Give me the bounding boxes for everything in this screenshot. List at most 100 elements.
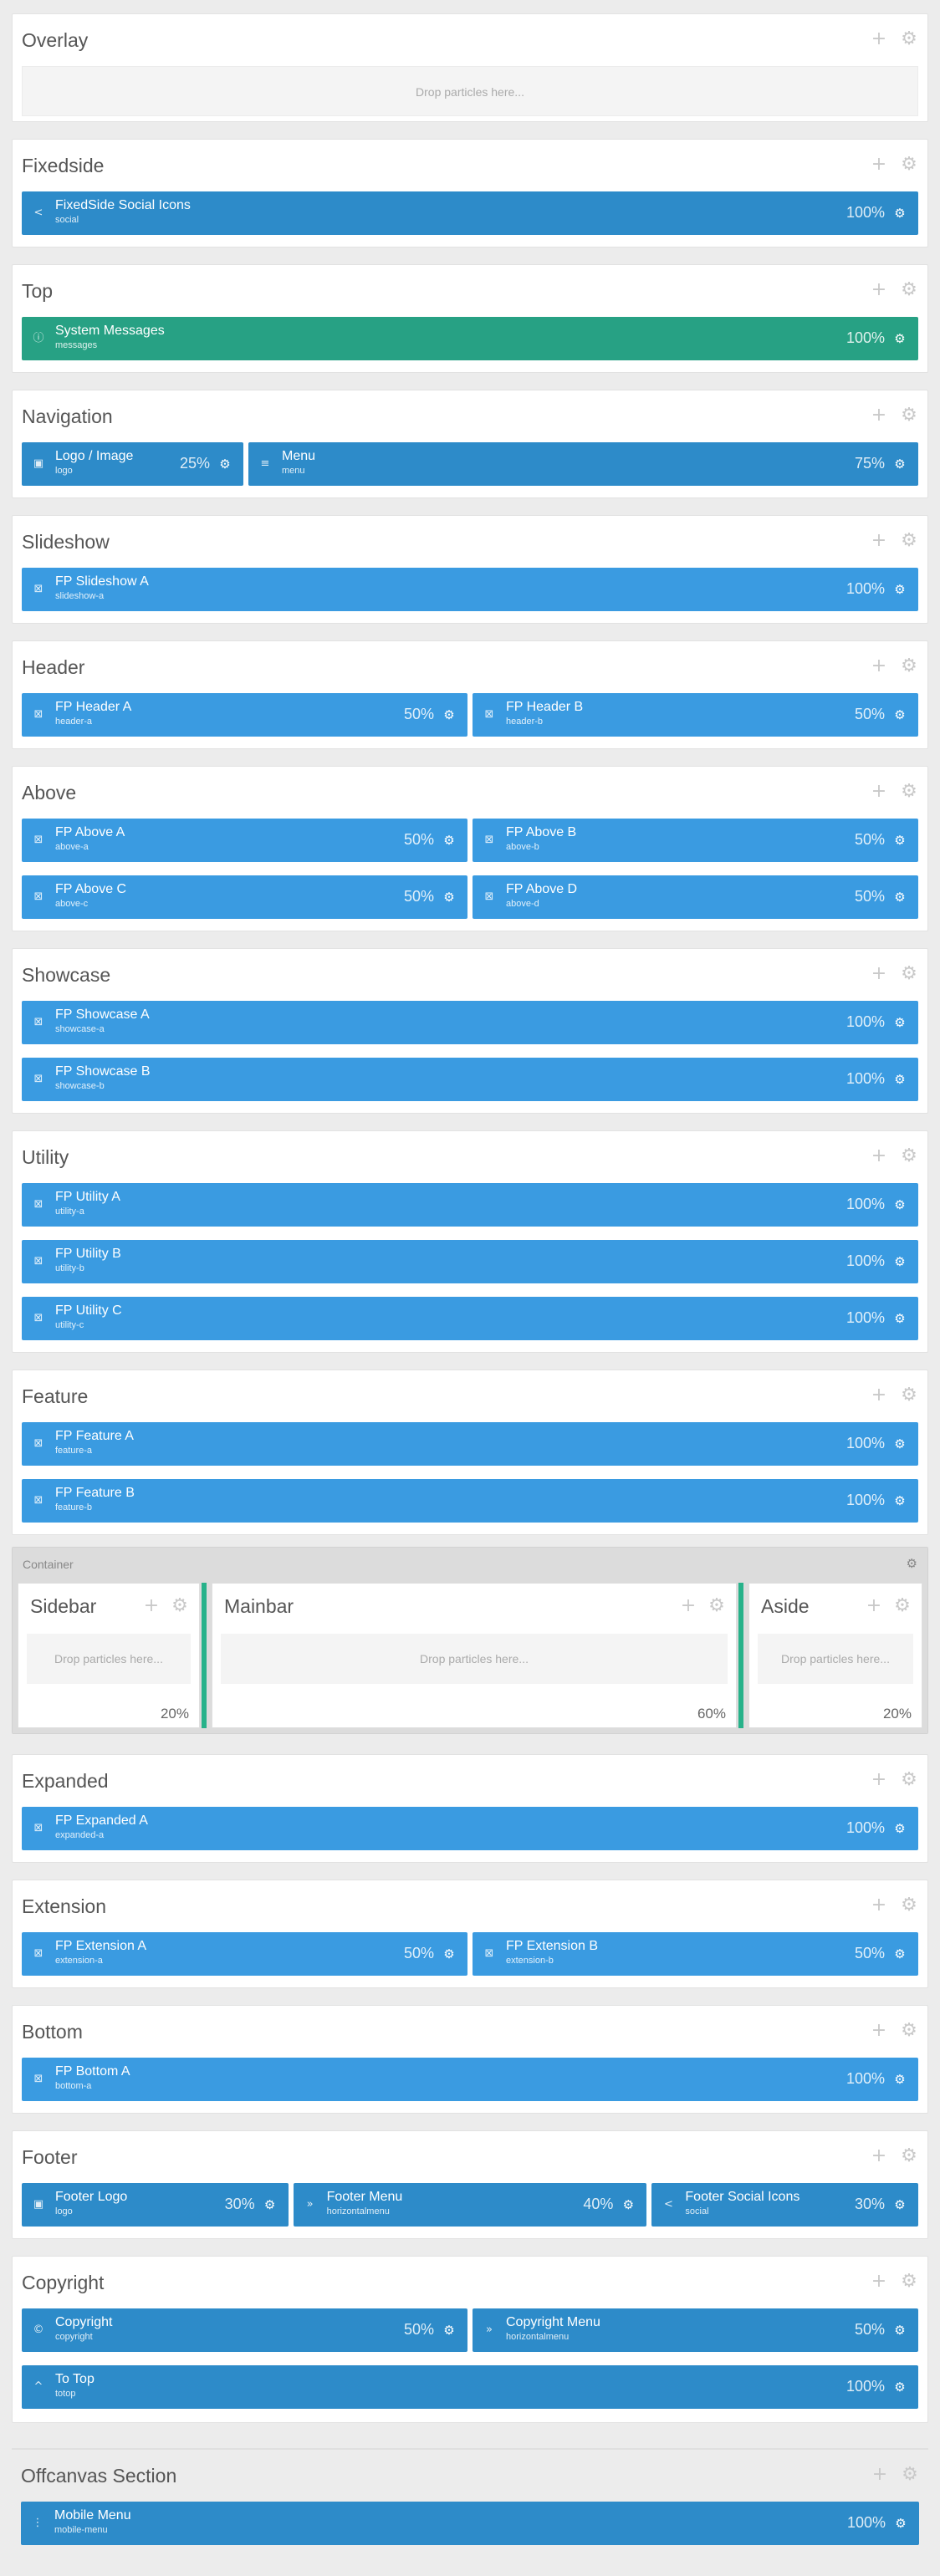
column-resize-handle[interactable] <box>202 1583 207 1728</box>
particle-settings-icon[interactable]: ⚙ <box>891 456 908 472</box>
particle-settings-icon[interactable]: ⚙ <box>891 1310 908 1327</box>
particle-block[interactable]: ⊠ FP Above B above-b 50% ⚙ <box>473 819 918 862</box>
add-icon[interactable]: + <box>870 1147 888 1166</box>
particle-settings-icon[interactable]: ⚙ <box>217 456 233 472</box>
add-icon[interactable]: + <box>870 783 888 801</box>
gear-icon[interactable]: ⚙ <box>900 657 918 676</box>
add-icon[interactable]: + <box>870 657 888 676</box>
particle-block[interactable]: ⊠ FP Expanded A expanded-a 100% ⚙ <box>22 1807 918 1850</box>
particle-block[interactable]: ⊠ FP Slideshow A slideshow-a 100% ⚙ <box>22 568 918 611</box>
particle-settings-icon[interactable]: ⚙ <box>891 2196 908 2213</box>
gear-icon[interactable]: ⚙ <box>171 1597 189 1615</box>
add-icon[interactable]: + <box>870 406 888 425</box>
particle-block[interactable]: ▣ Footer Logo logo 30% ⚙ <box>22 2183 289 2227</box>
particle-settings-icon[interactable]: ⚙ <box>892 2515 909 2532</box>
add-icon[interactable]: + <box>865 1597 883 1615</box>
drop-zone[interactable]: Drop particles here... <box>22 66 918 116</box>
particle-settings-icon[interactable]: ⚙ <box>891 1492 908 1509</box>
particle-settings-icon[interactable]: ⚙ <box>891 1436 908 1452</box>
gear-icon[interactable]: ⚙ <box>901 2466 919 2484</box>
particle-settings-icon[interactable]: ⚙ <box>891 1196 908 1213</box>
add-icon[interactable]: + <box>870 2147 888 2165</box>
particle-block[interactable]: < Footer Social Icons social 30% ⚙ <box>651 2183 918 2227</box>
particle-settings-icon[interactable]: ⚙ <box>891 1253 908 1270</box>
particle-settings-icon[interactable]: ⚙ <box>891 581 908 598</box>
particle-block[interactable]: » Copyright Menu horizontalmenu 50% ⚙ <box>473 2308 918 2352</box>
drop-zone[interactable]: Drop particles here... <box>221 1634 728 1684</box>
particle-block[interactable]: » Footer Menu horizontalmenu 40% ⚙ <box>293 2183 647 2227</box>
add-icon[interactable]: + <box>870 281 888 299</box>
particle-settings-icon[interactable]: ⚙ <box>891 832 908 849</box>
add-icon[interactable]: + <box>142 1597 161 1615</box>
particle-block[interactable]: ⊠ FP Feature B feature-b 100% ⚙ <box>22 1479 918 1523</box>
particle-settings-icon[interactable]: ⚙ <box>891 2379 908 2395</box>
particle-settings-icon[interactable]: ⚙ <box>891 2322 908 2339</box>
gear-icon[interactable]: ⚙ <box>893 1597 912 1615</box>
gear-icon[interactable]: ⚙ <box>900 30 918 48</box>
particle-block[interactable]: ^ To Top totop 100% ⚙ <box>22 2365 918 2409</box>
add-icon[interactable]: + <box>870 1386 888 1405</box>
particle-settings-icon[interactable]: ⚙ <box>891 1946 908 1962</box>
add-icon[interactable]: + <box>679 1597 697 1615</box>
particle-block[interactable]: ⊠ FP Showcase A showcase-a 100% ⚙ <box>22 1001 918 1044</box>
particle-settings-icon[interactable]: ⚙ <box>441 832 457 849</box>
gear-icon[interactable]: ⚙ <box>900 1896 918 1915</box>
particle-settings-icon[interactable]: ⚙ <box>891 1820 908 1837</box>
gear-icon[interactable]: ⚙ <box>900 965 918 983</box>
particle-block[interactable]: ⋮ Mobile Menu mobile-menu 100% ⚙ <box>21 2502 919 2545</box>
particle-settings-icon[interactable]: ⚙ <box>441 1946 457 1962</box>
gear-icon[interactable]: ⚙ <box>900 2022 918 2040</box>
particle-block[interactable]: ⊠ FP Extension B extension-b 50% ⚙ <box>473 1932 918 1976</box>
particle-block[interactable]: ⊠ FP Above D above-d 50% ⚙ <box>473 875 918 919</box>
add-icon[interactable]: + <box>870 532 888 550</box>
particle-settings-icon[interactable]: ⚙ <box>891 1014 908 1031</box>
particle-settings-icon[interactable]: ⚙ <box>262 2196 278 2213</box>
particle-settings-icon[interactable]: ⚙ <box>891 706 908 723</box>
drop-zone[interactable]: Drop particles here... <box>758 1634 913 1684</box>
add-icon[interactable]: + <box>870 156 888 174</box>
gear-icon[interactable]: ⚙ <box>900 783 918 801</box>
particle-settings-icon[interactable]: ⚙ <box>891 1071 908 1088</box>
particle-block[interactable]: ⊠ FP Above A above-a 50% ⚙ <box>22 819 467 862</box>
add-icon[interactable]: + <box>870 2022 888 2040</box>
gear-icon[interactable]: ⚙ <box>900 2272 918 2291</box>
particle-block[interactable]: ⊠ FP Utility A utility-a 100% ⚙ <box>22 1183 918 1227</box>
particle-block[interactable]: ⊠ FP Header A header-a 50% ⚙ <box>22 693 467 737</box>
particle-settings-icon[interactable]: ⚙ <box>441 2322 457 2339</box>
gear-icon[interactable]: ⚙ <box>900 532 918 550</box>
gear-icon[interactable]: ⚙ <box>900 281 918 299</box>
add-icon[interactable]: + <box>870 2272 888 2291</box>
add-icon[interactable]: + <box>871 2466 889 2484</box>
particle-block[interactable]: ⓘ System Messages messages 100% ⚙ <box>22 317 918 360</box>
gear-icon[interactable]: ⚙ <box>708 1597 726 1615</box>
particle-settings-icon[interactable]: ⚙ <box>891 2071 908 2088</box>
add-icon[interactable]: + <box>870 1771 888 1789</box>
particle-settings-icon[interactable]: ⚙ <box>620 2196 636 2213</box>
add-icon[interactable]: + <box>870 965 888 983</box>
particle-block[interactable]: ⊠ FP Utility B utility-b 100% ⚙ <box>22 1240 918 1283</box>
column-resize-handle[interactable] <box>738 1583 743 1728</box>
gear-icon[interactable]: ⚙ <box>900 156 918 174</box>
gear-icon[interactable]: ⚙ <box>907 1556 917 1571</box>
drop-zone[interactable]: Drop particles here... <box>27 1634 191 1684</box>
add-icon[interactable]: + <box>870 30 888 48</box>
particle-block[interactable]: ⊠ FP Bottom A bottom-a 100% ⚙ <box>22 2058 918 2101</box>
gear-icon[interactable]: ⚙ <box>900 406 918 425</box>
gear-icon[interactable]: ⚙ <box>900 2147 918 2165</box>
gear-icon[interactable]: ⚙ <box>900 1771 918 1789</box>
particle-block[interactable]: ▣ Logo / Image logo 25% ⚙ <box>22 442 243 486</box>
particle-block[interactable]: ⊠ FP Showcase B showcase-b 100% ⚙ <box>22 1058 918 1101</box>
gear-icon[interactable]: ⚙ <box>900 1147 918 1166</box>
particle-block[interactable]: © Copyright copyright 50% ⚙ <box>22 2308 467 2352</box>
gear-icon[interactable]: ⚙ <box>900 1386 918 1405</box>
particle-block[interactable]: ⊠ FP Header B header-b 50% ⚙ <box>473 693 918 737</box>
particle-block[interactable]: ⊠ FP Utility C utility-c 100% ⚙ <box>22 1297 918 1340</box>
add-icon[interactable]: + <box>870 1896 888 1915</box>
particle-block[interactable]: ≡ Menu menu 75% ⚙ <box>248 442 918 486</box>
particle-settings-icon[interactable]: ⚙ <box>891 205 908 222</box>
particle-settings-icon[interactable]: ⚙ <box>891 330 908 347</box>
particle-block[interactable]: < FixedSide Social Icons social 100% ⚙ <box>22 191 918 235</box>
particle-settings-icon[interactable]: ⚙ <box>891 889 908 905</box>
particle-settings-icon[interactable]: ⚙ <box>441 889 457 905</box>
particle-block[interactable]: ⊠ FP Extension A extension-a 50% ⚙ <box>22 1932 467 1976</box>
